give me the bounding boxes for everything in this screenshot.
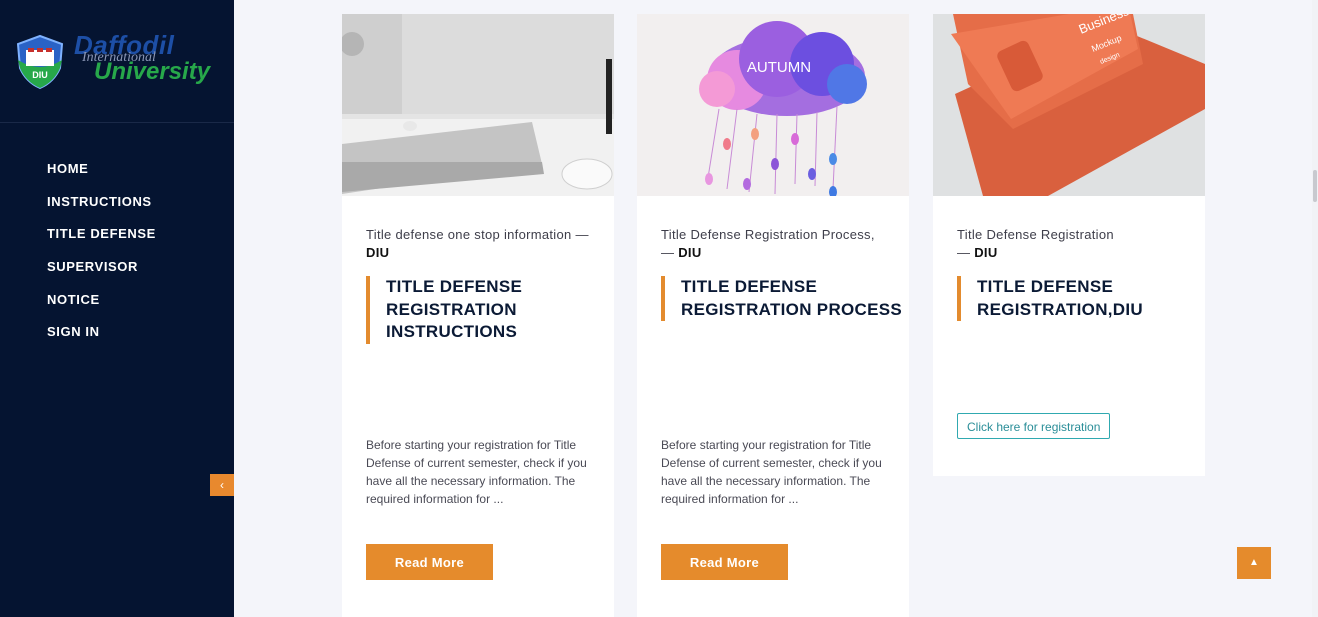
autumn-image-text: AUTUMN bbox=[747, 59, 811, 76]
sidebar-collapse-button[interactable]: ‹ bbox=[210, 474, 234, 496]
sidebar-item-instructions[interactable]: INSTRUCTIONS bbox=[47, 193, 156, 226]
sidebar-item-supervisor[interactable]: SUPERVISOR bbox=[47, 258, 156, 291]
card-subtitle-dash: — bbox=[571, 227, 589, 242]
card-subtitle-text: Title Defense Registration bbox=[957, 227, 1114, 242]
card-title[interactable]: TITLE DEFENSE REGISTRATION PROCESS bbox=[661, 276, 911, 321]
card-description: Before starting your registration for Ti… bbox=[366, 438, 587, 506]
card-subtitle-text: Title Defense Registration Process, bbox=[661, 227, 875, 242]
card-subtitle: Title Defense Registration Process, — DI… bbox=[661, 226, 891, 262]
card-image-autumn: AUTUMN bbox=[637, 14, 909, 196]
sidebar-divider bbox=[0, 122, 234, 123]
read-more-button[interactable]: Read More bbox=[366, 544, 493, 580]
logo-word-university: University bbox=[94, 58, 211, 85]
page-scrollbar-track[interactable] bbox=[1312, 0, 1318, 617]
card-image-business-cards: Business Mockup design bbox=[933, 14, 1205, 196]
page-scrollbar-thumb[interactable] bbox=[1313, 170, 1317, 202]
chevron-left-icon: ‹ bbox=[220, 478, 224, 492]
university-logo[interactable]: DIU Daffodil International University bbox=[14, 28, 224, 90]
card-title[interactable]: TITLE DEFENSE REGISTRATION INSTRUCTIONS bbox=[366, 276, 616, 344]
business-cards-image: Business Mockup design bbox=[933, 14, 1205, 196]
sidebar-item-sign-in[interactable]: SIGN IN bbox=[47, 323, 156, 356]
card-subtitle-dash: — bbox=[957, 245, 975, 260]
post-card-registration: Business Mockup design Title Defense Reg… bbox=[933, 14, 1205, 476]
registration-button[interactable]: Click here for registration bbox=[957, 413, 1111, 439]
crest-badge-text: DIU bbox=[32, 70, 48, 80]
card-org: DIU bbox=[678, 245, 702, 260]
sidebar: DIU Daffodil International University HO… bbox=[0, 0, 234, 617]
laptop-image bbox=[342, 14, 614, 196]
post-card-process: AUTUMN Title Defense Registration Proces bbox=[637, 14, 909, 617]
post-card-instructions: Title defense one stop information — DIU… bbox=[342, 14, 614, 617]
card-subtitle-dash: — bbox=[661, 245, 679, 260]
card-description: Before starting your registration for Ti… bbox=[661, 438, 882, 506]
sidebar-nav: HOME INSTRUCTIONS TITLE DEFENSE SUPERVIS… bbox=[47, 160, 156, 356]
card-subtitle: Title Defense Registration — DIU bbox=[957, 226, 1187, 262]
card-org: DIU bbox=[974, 245, 998, 260]
autumn-cloud-image: AUTUMN bbox=[637, 14, 909, 196]
sidebar-item-notice[interactable]: NOTICE bbox=[47, 291, 156, 324]
sidebar-item-title-defense[interactable]: TITLE DEFENSE bbox=[47, 225, 156, 258]
arrow-up-icon: ▲ bbox=[1249, 557, 1259, 568]
card-title[interactable]: TITLE DEFENSE REGISTRATION,DIU bbox=[957, 276, 1207, 321]
diu-crest-icon: DIU bbox=[16, 34, 64, 90]
card-subtitle: Title defense one stop information — DIU bbox=[366, 226, 596, 262]
scroll-to-top-button[interactable]: ▲ bbox=[1237, 547, 1271, 579]
card-org: DIU bbox=[366, 245, 390, 260]
sidebar-item-home[interactable]: HOME bbox=[47, 160, 156, 193]
read-more-button[interactable]: Read More bbox=[661, 544, 788, 580]
card-subtitle-text: Title defense one stop information bbox=[366, 227, 572, 242]
card-image-laptop bbox=[342, 14, 614, 196]
